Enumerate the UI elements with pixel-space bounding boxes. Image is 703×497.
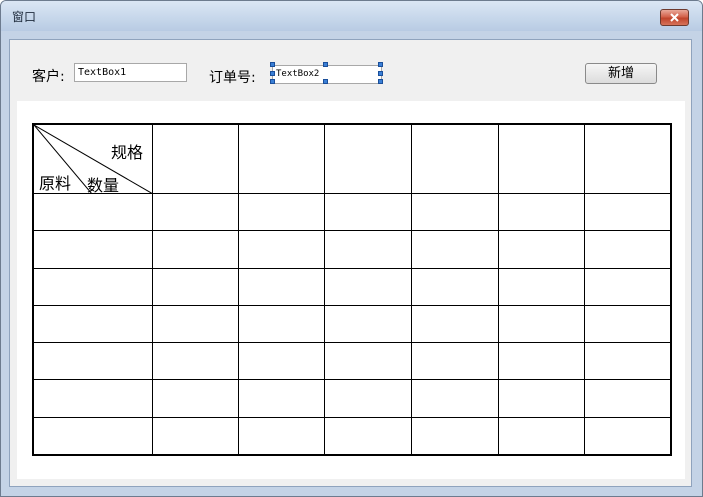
close-button[interactable] bbox=[660, 9, 689, 26]
table-row bbox=[32, 267, 672, 306]
spec-header-cell[interactable] bbox=[324, 123, 412, 194]
material-cell[interactable] bbox=[32, 341, 153, 380]
quantity-cell[interactable] bbox=[238, 341, 325, 380]
quantity-cell[interactable] bbox=[584, 378, 672, 418]
table-row bbox=[32, 416, 672, 456]
material-cell[interactable] bbox=[32, 304, 153, 343]
table-row bbox=[32, 304, 672, 343]
quantity-cell[interactable] bbox=[238, 304, 325, 343]
quantity-cell[interactable] bbox=[238, 378, 325, 418]
material-cell[interactable] bbox=[32, 192, 153, 231]
form-client-area: 客户: TextBox1 订单号: TextBox2 新增 规格 原料 数量 bbox=[9, 39, 692, 487]
resize-handle[interactable] bbox=[270, 79, 275, 84]
customer-label: 客户: bbox=[32, 69, 65, 85]
quantity-cell[interactable] bbox=[152, 229, 239, 269]
quantity-cell[interactable] bbox=[411, 192, 499, 231]
quantity-cell[interactable] bbox=[498, 267, 585, 306]
quantity-cell[interactable] bbox=[584, 267, 672, 306]
quantity-cell[interactable] bbox=[152, 192, 239, 231]
quantity-cell[interactable] bbox=[584, 192, 672, 231]
quantity-cell[interactable] bbox=[498, 192, 585, 231]
quantity-cell[interactable] bbox=[584, 416, 672, 456]
quantity-cell[interactable] bbox=[411, 341, 499, 380]
resize-handle[interactable] bbox=[378, 79, 383, 84]
quantity-cell[interactable] bbox=[152, 378, 239, 418]
quantity-cell[interactable] bbox=[238, 416, 325, 456]
title-bar[interactable]: 窗口 bbox=[1, 1, 702, 31]
material-cell[interactable] bbox=[32, 416, 153, 456]
resize-handle[interactable] bbox=[378, 62, 383, 67]
resize-handle[interactable] bbox=[270, 62, 275, 67]
quantity-cell[interactable] bbox=[324, 378, 412, 418]
quantity-cell[interactable] bbox=[324, 341, 412, 380]
quantity-cell[interactable] bbox=[498, 378, 585, 418]
quantity-cell[interactable] bbox=[411, 416, 499, 456]
table-row bbox=[32, 378, 672, 418]
quantity-cell[interactable] bbox=[238, 267, 325, 306]
spec-header-cell[interactable] bbox=[498, 123, 585, 194]
table-row bbox=[32, 341, 672, 380]
quantity-cell[interactable] bbox=[152, 267, 239, 306]
header-material-label: 原料 bbox=[39, 174, 72, 193]
quantity-cell[interactable] bbox=[498, 304, 585, 343]
quantity-cell[interactable] bbox=[238, 192, 325, 231]
resize-handle[interactable] bbox=[323, 62, 328, 67]
quantity-cell[interactable] bbox=[324, 416, 412, 456]
quantity-cell[interactable] bbox=[324, 192, 412, 231]
quantity-cell[interactable] bbox=[584, 341, 672, 380]
resize-handle[interactable] bbox=[323, 79, 328, 84]
spec-header-cell[interactable] bbox=[152, 123, 239, 194]
quantity-cell[interactable] bbox=[411, 229, 499, 269]
header-spec-label: 规格 bbox=[111, 143, 144, 162]
spec-header-cell[interactable] bbox=[411, 123, 499, 194]
quantity-cell[interactable] bbox=[498, 229, 585, 269]
spec-material-table: 规格 原料 数量 bbox=[32, 123, 672, 456]
table-panel: 规格 原料 数量 bbox=[17, 101, 685, 479]
add-new-button[interactable]: 新增 bbox=[585, 63, 657, 84]
spec-header-cell[interactable] bbox=[584, 123, 672, 194]
quantity-cell[interactable] bbox=[152, 304, 239, 343]
quantity-cell[interactable] bbox=[498, 416, 585, 456]
quantity-cell[interactable] bbox=[584, 304, 672, 343]
close-icon bbox=[670, 13, 679, 22]
header-quantity-label: 数量 bbox=[87, 176, 120, 195]
quantity-cell[interactable] bbox=[324, 229, 412, 269]
table-row bbox=[32, 229, 672, 269]
quantity-cell[interactable] bbox=[411, 304, 499, 343]
quantity-cell[interactable] bbox=[152, 416, 239, 456]
quantity-cell[interactable] bbox=[324, 267, 412, 306]
resize-handle[interactable] bbox=[270, 71, 275, 76]
main-window: 窗口 客户: TextBox1 订单号: TextBox2 新增 规格 原料 数… bbox=[0, 0, 703, 497]
quantity-cell[interactable] bbox=[324, 304, 412, 343]
material-cell[interactable] bbox=[32, 378, 153, 418]
table-row bbox=[32, 192, 672, 231]
quantity-cell[interactable] bbox=[498, 341, 585, 380]
quantity-cell[interactable] bbox=[411, 267, 499, 306]
table-header-row: 规格 原料 数量 bbox=[32, 123, 672, 195]
diagonal-header-cell[interactable]: 规格 原料 数量 bbox=[32, 123, 153, 195]
quantity-cell[interactable] bbox=[152, 341, 239, 380]
material-cell[interactable] bbox=[32, 229, 153, 269]
resize-handle[interactable] bbox=[378, 71, 383, 76]
spec-header-cell[interactable] bbox=[238, 123, 325, 194]
quantity-cell[interactable] bbox=[584, 229, 672, 269]
quantity-cell[interactable] bbox=[411, 378, 499, 418]
material-cell[interactable] bbox=[32, 267, 153, 306]
window-title: 窗口 bbox=[12, 10, 37, 24]
order-number-label: 订单号: bbox=[209, 70, 256, 86]
quantity-cell[interactable] bbox=[238, 229, 325, 269]
customer-input[interactable]: TextBox1 bbox=[74, 63, 187, 82]
